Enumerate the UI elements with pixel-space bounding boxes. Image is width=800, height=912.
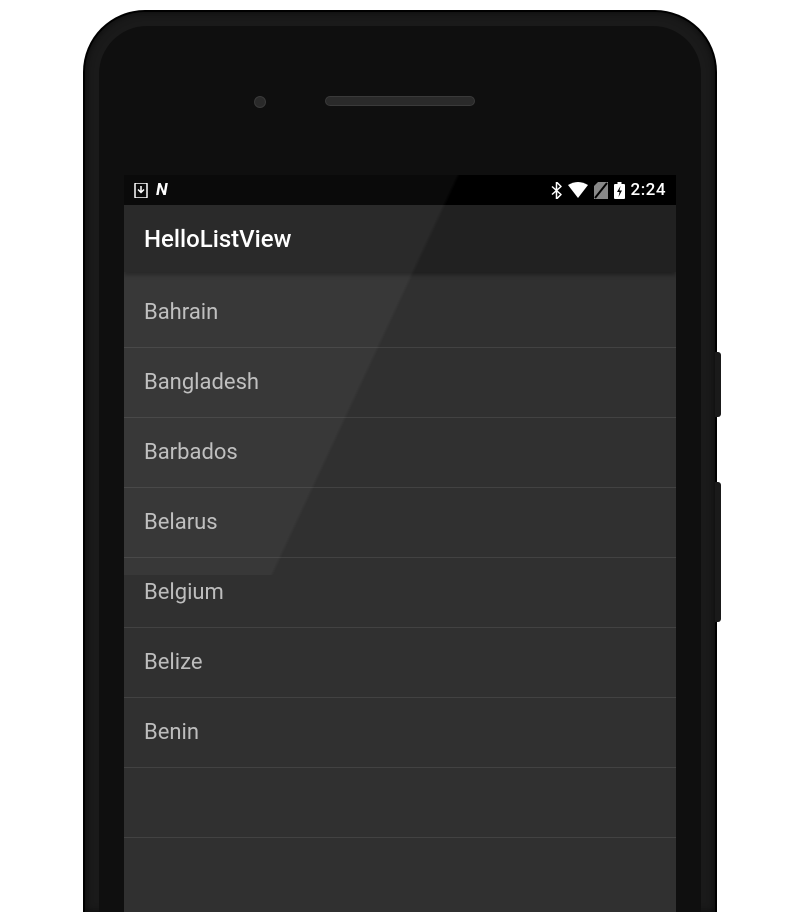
status-bar[interactable]: N <box>124 175 676 205</box>
bluetooth-icon <box>551 182 562 199</box>
status-left: N <box>134 180 168 200</box>
app-bar: HelloListView <box>124 205 676 272</box>
volume-rocker[interactable] <box>715 482 721 622</box>
list-item-label: Benin <box>144 720 199 745</box>
list-item[interactable]: Bahrain <box>124 278 676 348</box>
list-item[interactable]: Belarus <box>124 488 676 558</box>
list-item-label: Barbados <box>144 440 238 465</box>
list-item-label: Belarus <box>144 510 218 535</box>
screen: N <box>124 175 676 912</box>
phone-bezel: N <box>99 26 701 912</box>
status-clock: 2:24 <box>631 180 666 200</box>
list-item[interactable] <box>124 768 676 838</box>
list-item-label: Bangladesh <box>144 370 259 395</box>
status-right: 2:24 <box>551 180 666 200</box>
battery-charging-icon <box>614 182 625 199</box>
front-camera <box>254 96 266 108</box>
speaker-grille <box>325 96 475 106</box>
phone-frame: N <box>85 12 715 912</box>
list-item[interactable]: Barbados <box>124 418 676 488</box>
list-view[interactable]: Bahrain Bangladesh Barbados Belarus Belg… <box>124 278 676 838</box>
list-item-label: Belize <box>144 650 202 675</box>
list-item[interactable]: Benin <box>124 698 676 768</box>
list-item-label: Belgium <box>144 580 224 605</box>
download-icon <box>134 182 148 198</box>
list-item[interactable]: Bangladesh <box>124 348 676 418</box>
no-sim-icon <box>594 182 608 199</box>
wifi-icon <box>568 182 588 198</box>
app-title: HelloListView <box>144 225 291 253</box>
android-n-icon: N <box>156 180 168 200</box>
list-item[interactable]: Belgium <box>124 558 676 628</box>
power-button[interactable] <box>715 352 721 417</box>
list-item[interactable]: Belize <box>124 628 676 698</box>
list-item-label: Bahrain <box>144 300 218 325</box>
